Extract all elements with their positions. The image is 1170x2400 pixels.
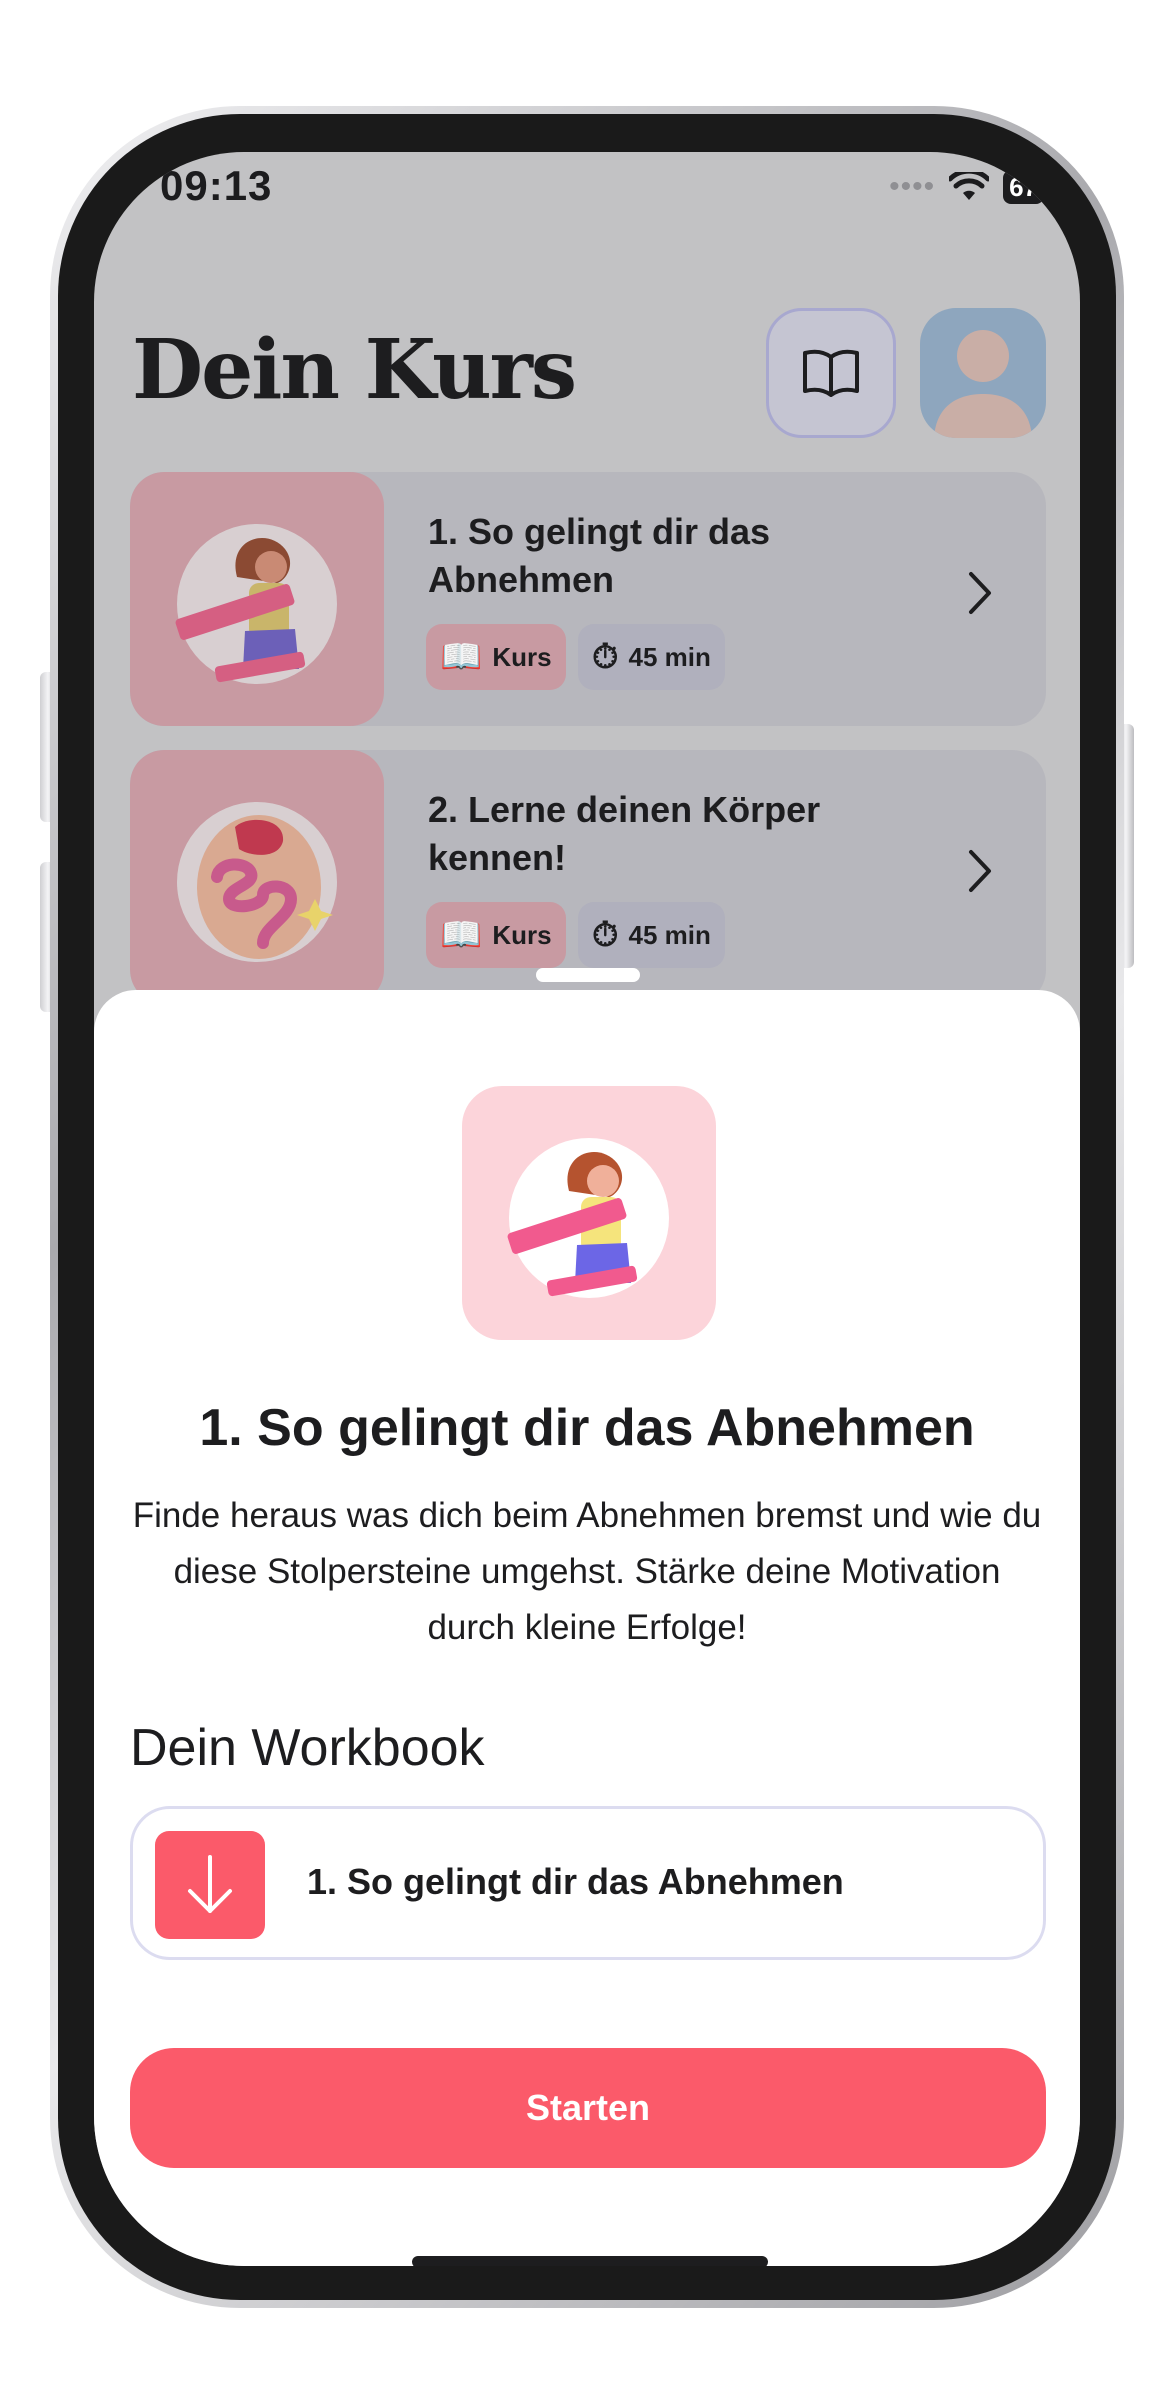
workbook-download-item[interactable]: 1. So gelingt dir das Abnehmen [130,1806,1046,1960]
course-type-label-2: Kurs [492,919,552,950]
battery-indicator: 67 [1003,170,1044,204]
open-book-emoji-icon: 📖 [440,916,483,954]
user-avatar-icon [934,330,1032,438]
stopwatch-emoji-icon: ⏱ [592,915,619,954]
status-bar: 09:13 •••• 67 [94,152,1080,242]
course-duration-label-1: 45 min [628,641,711,672]
course-type-label-1: Kurs [492,641,552,672]
book-open-icon [803,349,859,397]
download-button[interactable] [155,1831,265,1939]
status-time: 09:13 [160,162,273,209]
chevron-right-icon [969,850,991,892]
sheet-title: 1. So gelingt dir das Abnehmen [199,1399,975,1457]
sheet-drag-handle[interactable] [536,968,640,982]
workbook-item-label: 1. So gelingt dir das Abnehmen [307,1861,844,1902]
course-card-2[interactable]: 2. Lerne deinen Körper kennen! 📖 Kurs ⏱ … [130,750,1046,1004]
wifi-icon [949,172,990,200]
home-indicator [412,2256,768,2266]
sheet-description: Finde heraus was dich beim Abnehmen brem… [132,1496,1042,1647]
open-book-emoji-icon: 📖 [440,638,483,676]
course-type-chip-2: 📖 Kurs [426,902,566,968]
page-title: Dein Kurs [132,322,577,418]
profile-avatar-button[interactable] [920,308,1046,438]
woman-measuring-tape-illustration [175,524,337,684]
status-icons: •••• 67 [889,170,1044,204]
course-title-2: 2. Lerne deinen Körper kennen! [428,789,821,878]
phone-screen: 09:13 •••• 67 Dein Kurs 1. So gelingt di… [94,152,1080,2266]
stopwatch-emoji-icon: ⏱ [592,637,619,676]
course-title-1: 1. So gelingt dir das Abnehmen [428,511,771,600]
signal-icon: •••• [889,170,936,203]
course-duration-chip-2: ⏱ 45 min [578,902,725,968]
course-hero-image [462,1086,716,1340]
course-type-chip-1: 📖 Kurs [426,624,566,690]
course-duration-chip-1: ⏱ 45 min [578,624,725,690]
start-button[interactable]: Starten [130,2048,1046,2168]
course-thumbnail-1 [130,472,384,726]
workbook-section-label: Dein Workbook [130,1719,485,1777]
woman-measuring-tape-illustration [507,1138,669,1298]
workbook-button[interactable] [766,308,896,438]
digestive-system-illustration [177,802,337,962]
course-duration-label-2: 45 min [628,919,711,950]
course-thumbnail-2 [130,750,384,1004]
arrow-down-icon [188,1855,232,1913]
course-detail-sheet: 1. So gelingt dir das Abnehmen Finde her… [94,990,1080,2266]
chevron-right-icon [969,572,991,614]
course-card-1[interactable]: 1. So gelingt dir das Abnehmen 📖 Kurs ⏱ … [130,472,1046,726]
